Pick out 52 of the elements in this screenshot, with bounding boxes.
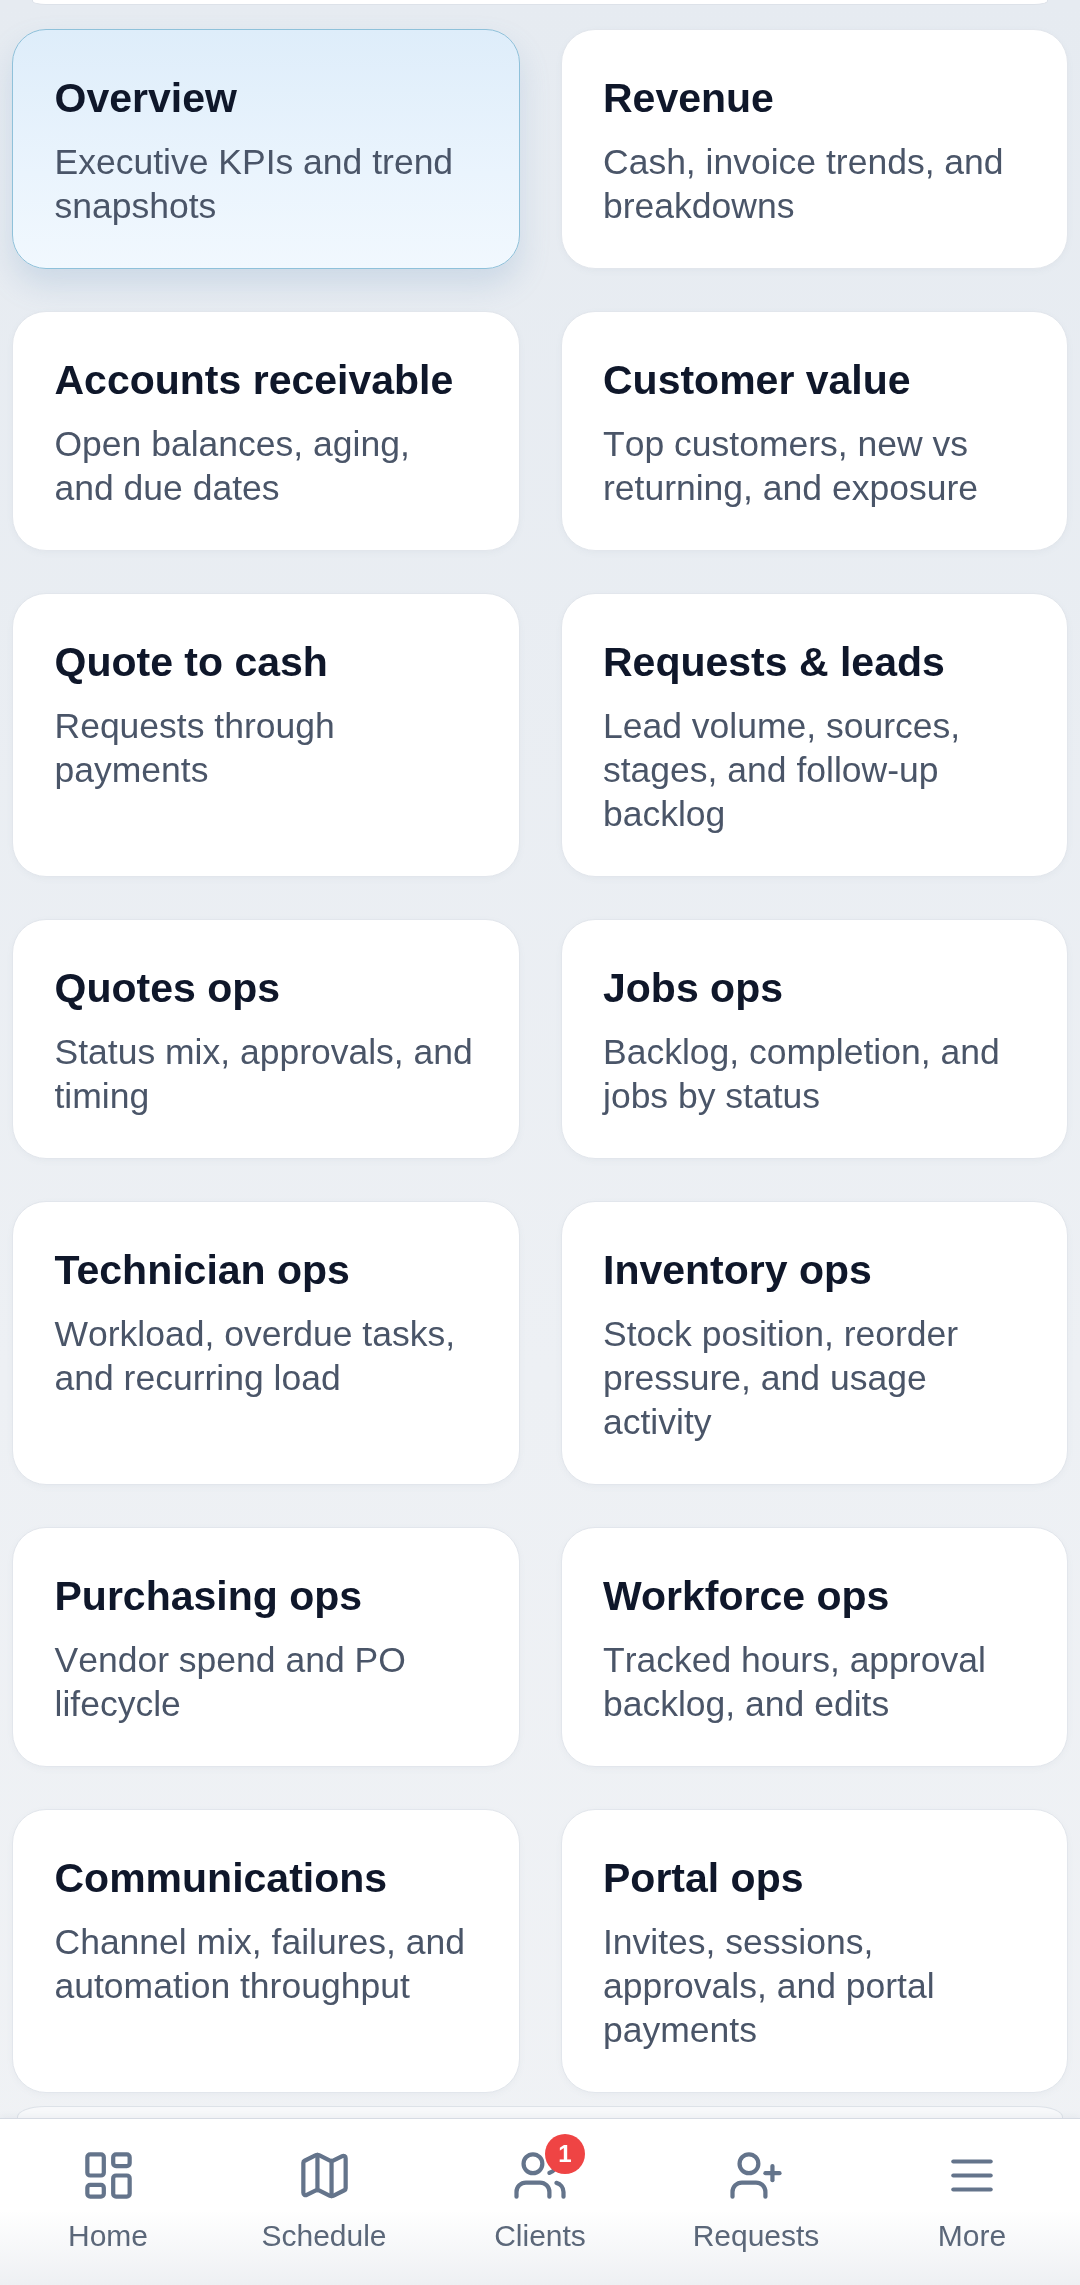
- card-description: Stock position, reorder pressure, and usage activity: [603, 1313, 960, 1444]
- dashboard-icon: [84, 2151, 132, 2199]
- user-plus-icon: [730, 2151, 782, 2199]
- report-card[interactable]: Requests & leads Lead volume, sources, stages, and follow-up backlog: [560, 593, 1068, 877]
- report-card[interactable]: Technician ops Workload, overdue tasks, and recurring load: [12, 1201, 520, 1485]
- card-description: Open balances, aging, and due dates: [54, 423, 411, 510]
- card-title: Portal ops: [603, 1854, 804, 1902]
- card-title: Jobs ops: [603, 964, 783, 1012]
- card-title: Purchasing ops: [54, 1572, 363, 1620]
- card-description: Top customers, new vs returning, and exposure: [603, 423, 979, 510]
- card-description: Vendor spend and PO lifecycle: [54, 1639, 407, 1726]
- card-description: Invites, sessions, approvals, and portal payments: [603, 1921, 936, 2052]
- map-icon: [300, 2151, 348, 2199]
- card-title: Workforce ops: [603, 1572, 890, 1620]
- report-card[interactable]: Customer value Top customers, new vs returning, and exposure: [560, 311, 1068, 551]
- card-description: Executive KPIs and trend snapshots: [54, 141, 455, 228]
- report-card[interactable]: Jobs ops Backlog, completion, and jobs by status: [560, 919, 1068, 1159]
- card-title: Customer value: [603, 356, 911, 404]
- report-card[interactable]: Purchasing ops Vendor spend and PO lifecycle: [12, 1527, 520, 1767]
- report-card[interactable]: Accounts receivable Open balances, aging, and due dates: [12, 311, 520, 551]
- card-description: Cash, invoice trends, and breakdowns: [603, 141, 1005, 228]
- nav-tab[interactable]: Home: [0, 2119, 216, 2285]
- card-title: Quotes ops: [54, 964, 281, 1012]
- card-title: Inventory ops: [603, 1246, 872, 1294]
- card-title: Revenue: [603, 74, 774, 122]
- card-description: Status mix, approvals, and timing: [54, 1031, 474, 1118]
- card-description: Channel mix, failures, and automation throughput: [54, 1921, 466, 2008]
- nav-tab[interactable]: 1 Clients: [432, 2119, 648, 2285]
- card-title: Communications: [54, 1854, 388, 1902]
- report-card[interactable]: Quotes ops Status mix, approvals, and timing: [12, 919, 520, 1159]
- card-title: Overview: [54, 74, 237, 122]
- card-description: Workload, overdue tasks, and recurring load: [54, 1313, 457, 1400]
- menu-icon: [951, 2158, 993, 2192]
- nav-tab[interactable]: Schedule: [216, 2119, 432, 2285]
- card-title: Technician ops: [54, 1246, 350, 1294]
- report-card[interactable]: Portal ops Invites, sessions, approvals, and portal payments: [560, 1809, 1068, 2093]
- card-description: Requests through payments: [54, 705, 336, 792]
- card-description: Tracked hours, approval backlog, and edits: [603, 1639, 987, 1726]
- report-card[interactable]: Quote to cash Requests through payments: [12, 593, 520, 877]
- report-card[interactable]: Workforce ops Tracked hours, approval backlog, and edits: [560, 1527, 1068, 1767]
- card-title: Requests & leads: [603, 638, 945, 686]
- report-card[interactable]: Inventory ops Stock position, reorder pressure, and usage activity: [560, 1201, 1068, 1485]
- nav-tab[interactable]: More: [864, 2119, 1080, 2285]
- card-title: Accounts receivable: [54, 356, 454, 404]
- card-title: Quote to cash: [54, 638, 328, 686]
- card-description: Backlog, completion, and jobs by status: [603, 1031, 1001, 1118]
- notification-badge: 1: [545, 2134, 585, 2174]
- report-card[interactable]: Communications Channel mix, failures, and automation throughput: [12, 1809, 520, 2093]
- report-card[interactable]: Overview Executive KPIs and trend snapshots: [12, 29, 520, 269]
- card-description: Lead volume, sources, stages, and follow-up backlog: [603, 705, 962, 836]
- nav-tab[interactable]: Requests: [648, 2119, 864, 2285]
- report-card[interactable]: Revenue Cash, invoice trends, and breakdowns: [560, 29, 1068, 269]
